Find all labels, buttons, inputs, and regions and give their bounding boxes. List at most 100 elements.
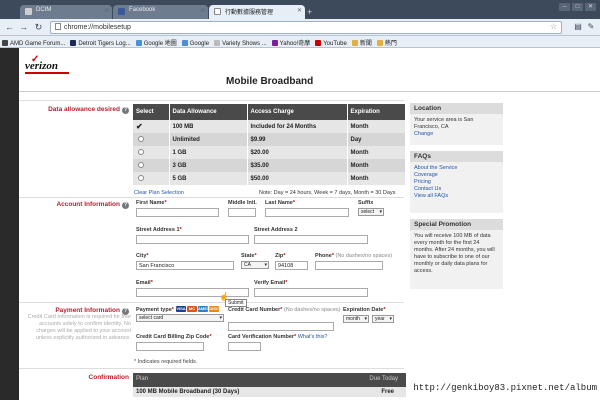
check-icon[interactable]: ✔ (136, 122, 143, 131)
bookmark-icon (135, 40, 142, 46)
billing-zip-input[interactable] (136, 342, 204, 351)
street1-input[interactable] (136, 235, 249, 244)
phone-label: Phone* (No dashes/no spaces) (315, 253, 393, 259)
close-window-icon[interactable]: ✕ (585, 3, 596, 11)
state-label: State* (241, 253, 257, 259)
wrench-icon[interactable]: ✎ (586, 22, 596, 32)
minimize-icon[interactable]: – (559, 3, 570, 11)
street1-label: Street Address 1* (136, 227, 182, 233)
bookmark-item[interactable]: AMD Game Forum... (0, 38, 68, 47)
bookmark-item[interactable]: 熱門 (375, 36, 400, 47)
verify-email-label: Verify Email* (254, 280, 288, 286)
card-number-input[interactable] (228, 322, 334, 331)
bookmark-item[interactable]: Detroit Tigers Log... (68, 38, 133, 47)
column-header: Select (133, 104, 170, 120)
faq-link[interactable]: About the Service (414, 165, 499, 172)
billing-zip-label: Credit Card Billing Zip Code* (136, 334, 212, 340)
expiration-label: Expiration Date* (343, 307, 386, 313)
address-bar[interactable]: chrome://mobilesetup (50, 21, 562, 34)
plan-row[interactable]: ✔ 100 MB Included for 24 Months Month (133, 120, 406, 133)
street2-input[interactable] (254, 235, 368, 244)
tab-label: 行動數據服務管理 (225, 10, 274, 16)
tab-facebook[interactable]: Facebook ✕ (113, 5, 208, 19)
payment-type-select[interactable]: select card (136, 314, 224, 322)
faq-link[interactable]: Coverage (414, 172, 499, 179)
tab-label: Facebook (129, 7, 156, 13)
plan-row[interactable]: 3 GB $35.00 Month (133, 159, 406, 172)
bookmark-item[interactable]: Google (180, 38, 212, 47)
column-header: Expiration (347, 104, 406, 120)
label-account-info: Account Information? (56, 201, 129, 209)
phone-input[interactable] (315, 261, 383, 270)
bookmark-icon (315, 40, 322, 46)
verify-email-input[interactable] (254, 288, 368, 297)
plan-radio[interactable] (138, 135, 144, 142)
plan-radio[interactable] (138, 161, 144, 168)
star-icon[interactable]: ☆ (550, 22, 557, 31)
change-location-link[interactable]: Change (414, 131, 499, 138)
bookmark-item[interactable]: Yahoo!奇摩 (270, 36, 314, 47)
confirmation-table: Plan Due Today 100 MB Mobile Broadband (… (133, 373, 406, 397)
table-cell: 1 GB (169, 146, 248, 159)
plan-radio[interactable] (138, 148, 144, 155)
faq-link[interactable]: View all FAQs (414, 193, 499, 200)
back-arrow-icon[interactable]: ← (4, 22, 15, 33)
forward-arrow-icon[interactable]: → (18, 22, 29, 33)
table-cell: $50.00 (247, 172, 348, 185)
new-tab-button[interactable]: + (307, 7, 312, 17)
close-icon[interactable]: ✕ (297, 7, 302, 14)
plan-radio[interactable] (138, 174, 144, 181)
table-cell: $20.00 (247, 146, 348, 159)
bookmark-icon (181, 40, 188, 46)
close-icon[interactable]: ✕ (104, 7, 109, 14)
card-brand-icon: AMEX (198, 306, 210, 312)
faq-box: FAQs About the Service Coverage Pricing Con… (410, 151, 503, 213)
toolbar-right: ▤ ✎ (573, 22, 596, 32)
plan-row[interactable]: 5 GB $50.00 Month (133, 172, 406, 185)
whats-this-link[interactable]: What's this? (298, 334, 328, 340)
bookmark-item[interactable]: Google 地圖 (134, 36, 180, 47)
bookmark-item[interactable]: Variety Shows ... (212, 38, 270, 47)
middle-initial-input[interactable] (228, 208, 256, 217)
help-icon[interactable]: ? (122, 202, 129, 209)
plan-row[interactable]: Unlimited $9.99 Day (133, 133, 406, 146)
plan-row[interactable]: 1 GB $20.00 Month (133, 146, 406, 159)
email-input[interactable] (136, 288, 249, 297)
tab-strip: DCIM ✕ Facebook ✕ 行動數據服務管理 ✕ + – □ ✕ (0, 0, 600, 19)
first-name-label: First Name* (136, 200, 167, 206)
close-icon[interactable]: ✕ (200, 7, 205, 14)
maximize-icon[interactable]: □ (572, 3, 583, 11)
card-brand-icon: VISA (176, 306, 186, 312)
cvv-input[interactable] (228, 342, 261, 351)
bookmark-item[interactable]: 新聞 (350, 36, 375, 47)
page-title: Mobile Broadband (226, 76, 314, 87)
help-icon[interactable]: ? (122, 107, 129, 114)
faq-link[interactable]: Pricing (414, 179, 499, 186)
url-text: chrome://mobilesetup (64, 24, 131, 31)
first-name-input[interactable] (136, 208, 219, 217)
table-cell: $9.99 (247, 133, 348, 146)
zip-input[interactable]: 94108 (275, 261, 308, 270)
suffix-select[interactable]: select (358, 208, 384, 216)
exp-month-select[interactable]: month (343, 315, 369, 323)
exp-year-select[interactable]: year (372, 315, 394, 323)
tab-dcim[interactable]: DCIM ✕ (20, 5, 112, 19)
page-header: ✓ verizon Mobile Broadband (19, 48, 600, 92)
reload-icon[interactable]: ↻ (33, 22, 44, 33)
cvv-label: Card Verification Number* What's this? (228, 334, 328, 340)
page-menu-icon[interactable]: ▤ (573, 22, 583, 32)
window-controls: – □ ✕ (559, 3, 596, 11)
page-icon (55, 23, 61, 30)
clear-plan-link[interactable]: Clear Plan Selection (134, 190, 184, 196)
facebook-icon (118, 8, 125, 15)
bookmarks-bar: AMD Game Forum... Detroit Tigers Log... Go… (0, 36, 600, 48)
bookmark-icon (376, 40, 383, 46)
faq-link[interactable]: Contact Us (414, 186, 499, 193)
last-name-input[interactable] (265, 208, 349, 217)
tab-mobile-setup[interactable]: 行動數據服務管理 ✕ (209, 5, 305, 19)
promotion-text: You will receive 100 MB of data every mo… (414, 233, 495, 274)
bookmark-item[interactable]: YouTube (313, 38, 350, 47)
state-select[interactable]: CA (241, 261, 269, 269)
table-cell: 3 GB (169, 159, 248, 172)
city-input[interactable]: San Francisco (136, 261, 234, 270)
